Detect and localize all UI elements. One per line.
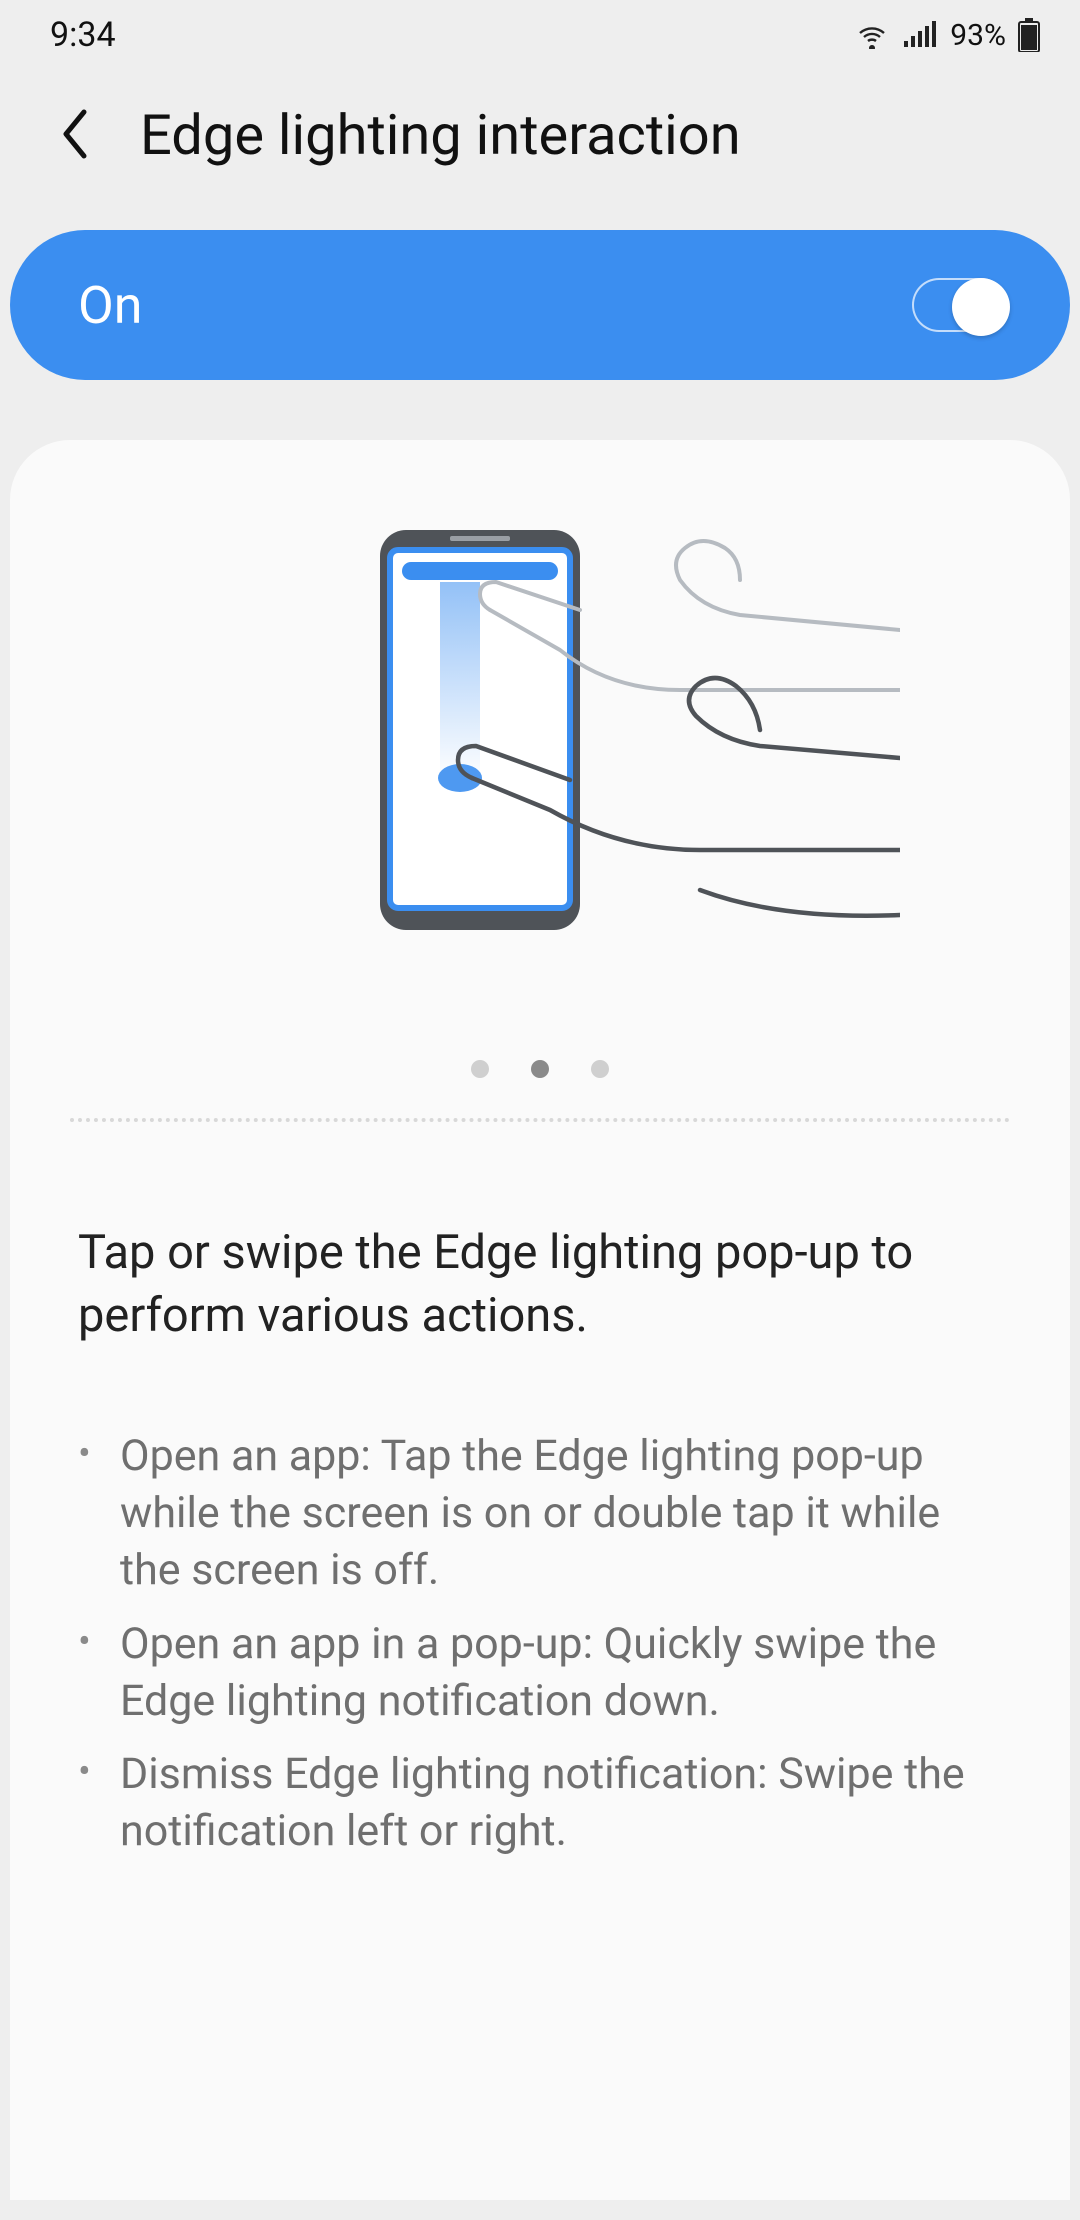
description-bullet: Dismiss Edge lighting notification: Swip… [78,1746,1002,1860]
master-toggle-label: On [78,275,143,336]
signal-icon [902,21,938,49]
status-time: 9:34 [50,15,116,55]
pager-dot-1[interactable] [531,1060,549,1078]
phone-swipe-illustration [180,520,900,940]
status-right: 93% [854,18,1040,53]
chevron-left-icon [58,108,92,163]
info-card: Tap or swipe the Edge lighting pop-up to… [10,440,1070,2200]
pager-dot-0[interactable] [471,1060,489,1078]
back-button[interactable] [40,100,110,170]
status-bar: 9:34 93% [0,0,1080,70]
description-bullet: Open an app in a pop-up: Quickly swipe t… [78,1616,1002,1730]
master-toggle-switch[interactable] [912,278,1008,332]
pager-indicator [10,1060,1070,1078]
pager-dot-2[interactable] [591,1060,609,1078]
master-toggle-row[interactable]: On [10,230,1070,380]
illustration [10,500,1070,940]
description-bullet: Open an app: Tap the Edge lighting pop-u… [78,1428,1002,1600]
switch-knob [952,278,1010,336]
battery-icon [1018,18,1040,52]
description-lead: Tap or swipe the Edge lighting pop-up to… [78,1222,1002,1348]
wifi-icon [854,21,890,49]
description-block: Tap or swipe the Edge lighting pop-up to… [10,1122,1070,1860]
battery-percent: 93% [950,18,1006,53]
app-bar: Edge lighting interaction [0,70,1080,200]
page-title: Edge lighting interaction [140,102,741,168]
description-list: Open an app: Tap the Edge lighting pop-u… [78,1428,1002,1860]
